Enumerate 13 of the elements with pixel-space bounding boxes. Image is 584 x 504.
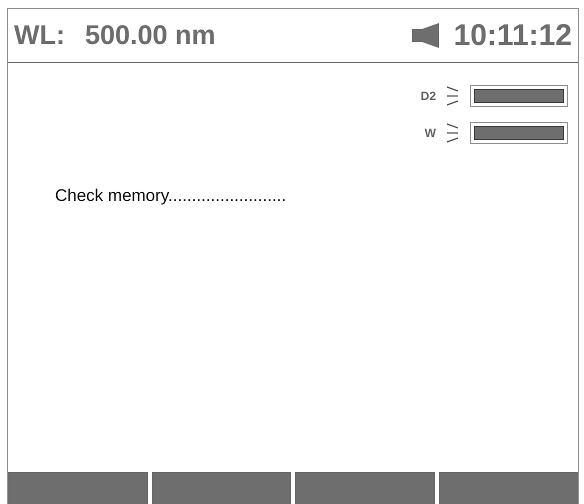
speaker-icon <box>412 23 440 48</box>
light-rays-icon <box>446 122 460 144</box>
softkey[interactable] <box>152 472 291 504</box>
wavelength-label: WL: <box>14 20 65 51</box>
clock-time: 10:11:12 <box>454 18 572 52</box>
lamp-label: D2 <box>420 89 436 103</box>
status-message: Check memory......................... <box>55 186 286 206</box>
softkey[interactable] <box>8 472 148 504</box>
lamp-label: W <box>424 126 436 140</box>
softkey[interactable] <box>438 472 578 504</box>
wavelength-value: 500.00 nm <box>84 20 216 51</box>
light-rays-icon <box>446 85 460 107</box>
softkey[interactable] <box>295 472 434 504</box>
